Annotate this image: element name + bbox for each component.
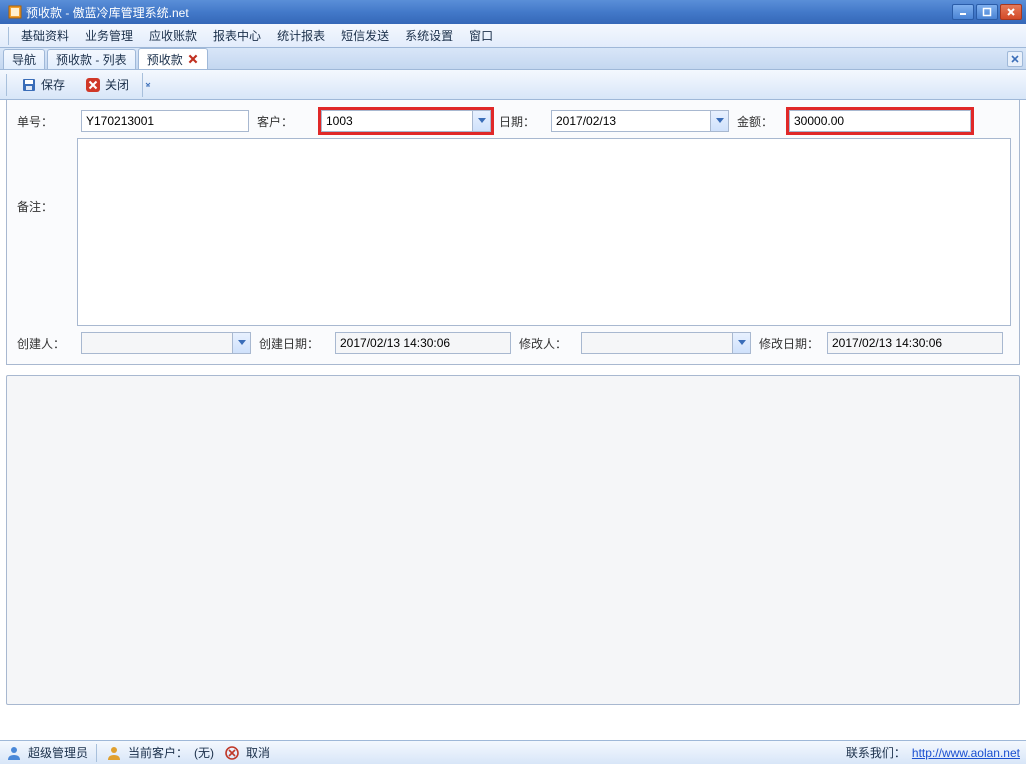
app-icon <box>8 5 22 19</box>
modify-date-label: 修改日期： <box>757 335 821 352</box>
menu-receivables[interactable]: 应收账款 <box>141 24 205 47</box>
date-input[interactable] <box>551 110 729 132</box>
modifier-input <box>581 332 751 354</box>
menu-bar: 基础资料 业务管理 应收账款 报表中心 统计报表 短信发送 系统设置 窗口 <box>0 24 1026 48</box>
creator-label: 创建人： <box>15 335 75 352</box>
tab-prepay[interactable]: 预收款 <box>138 48 208 69</box>
current-customer-value: (无) <box>194 744 214 761</box>
chevron-down-icon[interactable] <box>710 111 728 131</box>
customer-icon <box>106 745 122 761</box>
modify-date-field <box>827 332 1003 354</box>
customer-combo[interactable] <box>321 110 491 132</box>
tabstrip-close-button[interactable] <box>1007 51 1023 67</box>
close-icon <box>85 77 101 93</box>
chevron-down-icon[interactable] <box>472 111 490 131</box>
remark-textarea[interactable] <box>77 138 1011 326</box>
date-picker[interactable] <box>551 110 729 132</box>
menu-stat-report[interactable]: 统计报表 <box>269 24 333 47</box>
modifier-combo[interactable] <box>581 332 751 354</box>
amount-label: 金额： <box>735 113 783 130</box>
user-icon <box>6 745 22 761</box>
status-user: 超级管理员 <box>28 744 88 761</box>
tab-label: 导航 <box>12 51 36 68</box>
create-date-field <box>335 332 511 354</box>
doc-no-label: 单号： <box>15 113 75 130</box>
remark-label: 备注： <box>15 138 71 215</box>
cancel-icon[interactable] <box>224 745 240 761</box>
detail-panel <box>6 375 1020 705</box>
doc-no-input[interactable] <box>81 110 249 132</box>
minimize-button[interactable] <box>952 4 974 20</box>
tab-prepay-list[interactable]: 预收款 - 列表 <box>47 49 136 69</box>
customer-input[interactable] <box>321 110 491 132</box>
tab-nav[interactable]: 导航 <box>3 49 45 69</box>
chevron-down-icon[interactable] <box>232 333 250 353</box>
customer-label: 客户： <box>255 113 315 130</box>
chevron-down-icon[interactable] <box>732 333 750 353</box>
menu-basic-data[interactable]: 基础资料 <box>13 24 77 47</box>
tab-close-icon[interactable] <box>187 53 199 65</box>
maximize-button[interactable] <box>976 4 998 20</box>
create-date-label: 创建日期： <box>257 335 329 352</box>
creator-input <box>81 332 251 354</box>
close-label: 关闭 <box>105 76 129 93</box>
contact-link[interactable]: http://www.aolan.net <box>912 746 1020 760</box>
cancel-label[interactable]: 取消 <box>246 744 270 761</box>
menu-grip <box>8 27 10 45</box>
contact-label: 联系我们： <box>846 744 906 761</box>
toolbar-overflow[interactable] <box>142 73 152 97</box>
window-titlebar: 预收款 - 傲蓝冷库管理系统.net <box>0 0 1026 24</box>
modifier-label: 修改人： <box>517 335 575 352</box>
tab-strip: 导航 预收款 - 列表 预收款 <box>0 48 1026 70</box>
toolbar: 保存 关闭 <box>0 70 1026 100</box>
amount-input[interactable] <box>789 110 971 132</box>
menu-settings[interactable]: 系统设置 <box>397 24 461 47</box>
tab-label: 预收款 - 列表 <box>56 51 127 68</box>
menu-report-center[interactable]: 报表中心 <box>205 24 269 47</box>
date-label: 日期： <box>497 113 545 130</box>
tab-label: 预收款 <box>147 51 183 68</box>
save-label: 保存 <box>41 76 65 93</box>
status-bar: 超级管理员 当前客户： (无) 取消 联系我们： http://www.aola… <box>0 740 1026 764</box>
creator-combo[interactable] <box>81 332 251 354</box>
save-button[interactable]: 保存 <box>14 72 72 97</box>
window-title: 预收款 - 傲蓝冷库管理系统.net <box>26 4 952 21</box>
toolbar-grip <box>6 74 8 96</box>
menu-sms[interactable]: 短信发送 <box>333 24 397 47</box>
menu-window[interactable]: 窗口 <box>461 24 501 47</box>
menu-business[interactable]: 业务管理 <box>77 24 141 47</box>
close-button[interactable]: 关闭 <box>78 72 136 97</box>
save-icon <box>21 77 37 93</box>
form-panel: 单号： 客户： 日期： 金额： 备注： 创建人： 创建日期： 修改人： <box>6 100 1020 365</box>
close-window-button[interactable] <box>1000 4 1022 20</box>
current-customer-label: 当前客户： <box>128 744 188 761</box>
